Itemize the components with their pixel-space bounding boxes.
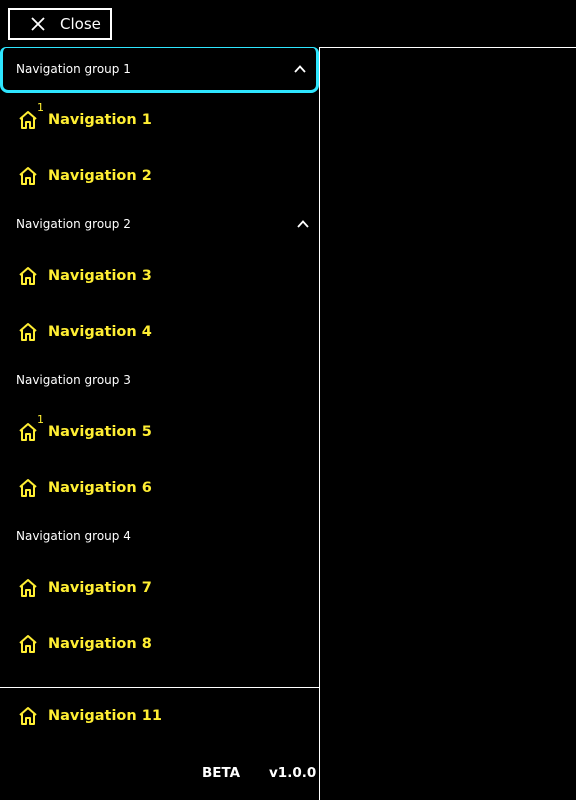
- nav-item-label: Navigation 3: [48, 268, 152, 284]
- notification-badge: 1: [37, 101, 44, 114]
- nav-item-6[interactable]: Navigation 6: [0, 460, 319, 516]
- nav-item-8[interactable]: Navigation 8: [0, 616, 319, 672]
- close-button-label: Close: [60, 15, 101, 33]
- version-label: v1.0.0: [269, 765, 317, 781]
- home-icon: [19, 479, 37, 497]
- nav-item-label: Navigation 2: [48, 168, 152, 184]
- beta-label: BETA: [202, 765, 241, 781]
- nav-item-label: Navigation 5: [48, 424, 152, 440]
- chevron-up-icon: [294, 65, 306, 73]
- notification-badge: 1: [37, 413, 44, 426]
- nav-item-label: Navigation 11: [48, 708, 162, 724]
- navigation-panel: Navigation group 1 1 Navigation 1 Naviga…: [0, 47, 320, 800]
- nav-group-label: Navigation group 3: [16, 373, 131, 387]
- nav-item-2[interactable]: Navigation 2: [0, 148, 319, 204]
- nav-item-1[interactable]: 1 Navigation 1: [0, 92, 319, 148]
- nav-item-5[interactable]: 1 Navigation 5: [0, 404, 319, 460]
- nav-item-11[interactable]: Navigation 11: [0, 688, 319, 744]
- home-icon: [19, 167, 37, 185]
- nav-group-4-header[interactable]: Navigation group 4: [0, 513, 319, 559]
- nav-group-3-header[interactable]: Navigation group 3: [0, 357, 319, 403]
- nav-item-label: Navigation 1: [48, 112, 152, 128]
- nav-item-label: Navigation 7: [48, 580, 152, 596]
- nav-item-4[interactable]: Navigation 4: [0, 304, 319, 360]
- close-icon: [31, 17, 45, 31]
- nav-item-label: Navigation 8: [48, 636, 152, 652]
- nav-item-3[interactable]: Navigation 3: [0, 248, 319, 304]
- footer: BETA v1.0.0: [0, 761, 319, 785]
- nav-group-2-header[interactable]: Navigation group 2: [0, 201, 319, 247]
- close-button[interactable]: Close: [8, 8, 112, 40]
- top-divider: [319, 47, 576, 48]
- nav-group-label: Navigation group 4: [16, 529, 131, 543]
- top-bar: Close: [0, 0, 576, 48]
- home-icon: [19, 635, 37, 653]
- home-icon: [19, 423, 37, 441]
- nav-item-7[interactable]: Navigation 7: [0, 560, 319, 616]
- chevron-up-icon: [297, 220, 309, 228]
- home-icon: [19, 579, 37, 597]
- nav-item-label: Navigation 6: [48, 480, 152, 496]
- nav-group-label: Navigation group 1: [16, 62, 131, 76]
- home-icon: [19, 323, 37, 341]
- nav-group-label: Navigation group 2: [16, 217, 131, 231]
- nav-item-label: Navigation 4: [48, 324, 152, 340]
- nav-group-1-header[interactable]: Navigation group 1: [0, 47, 319, 93]
- home-icon: [19, 111, 37, 129]
- home-icon: [19, 267, 37, 285]
- home-icon: [19, 707, 37, 725]
